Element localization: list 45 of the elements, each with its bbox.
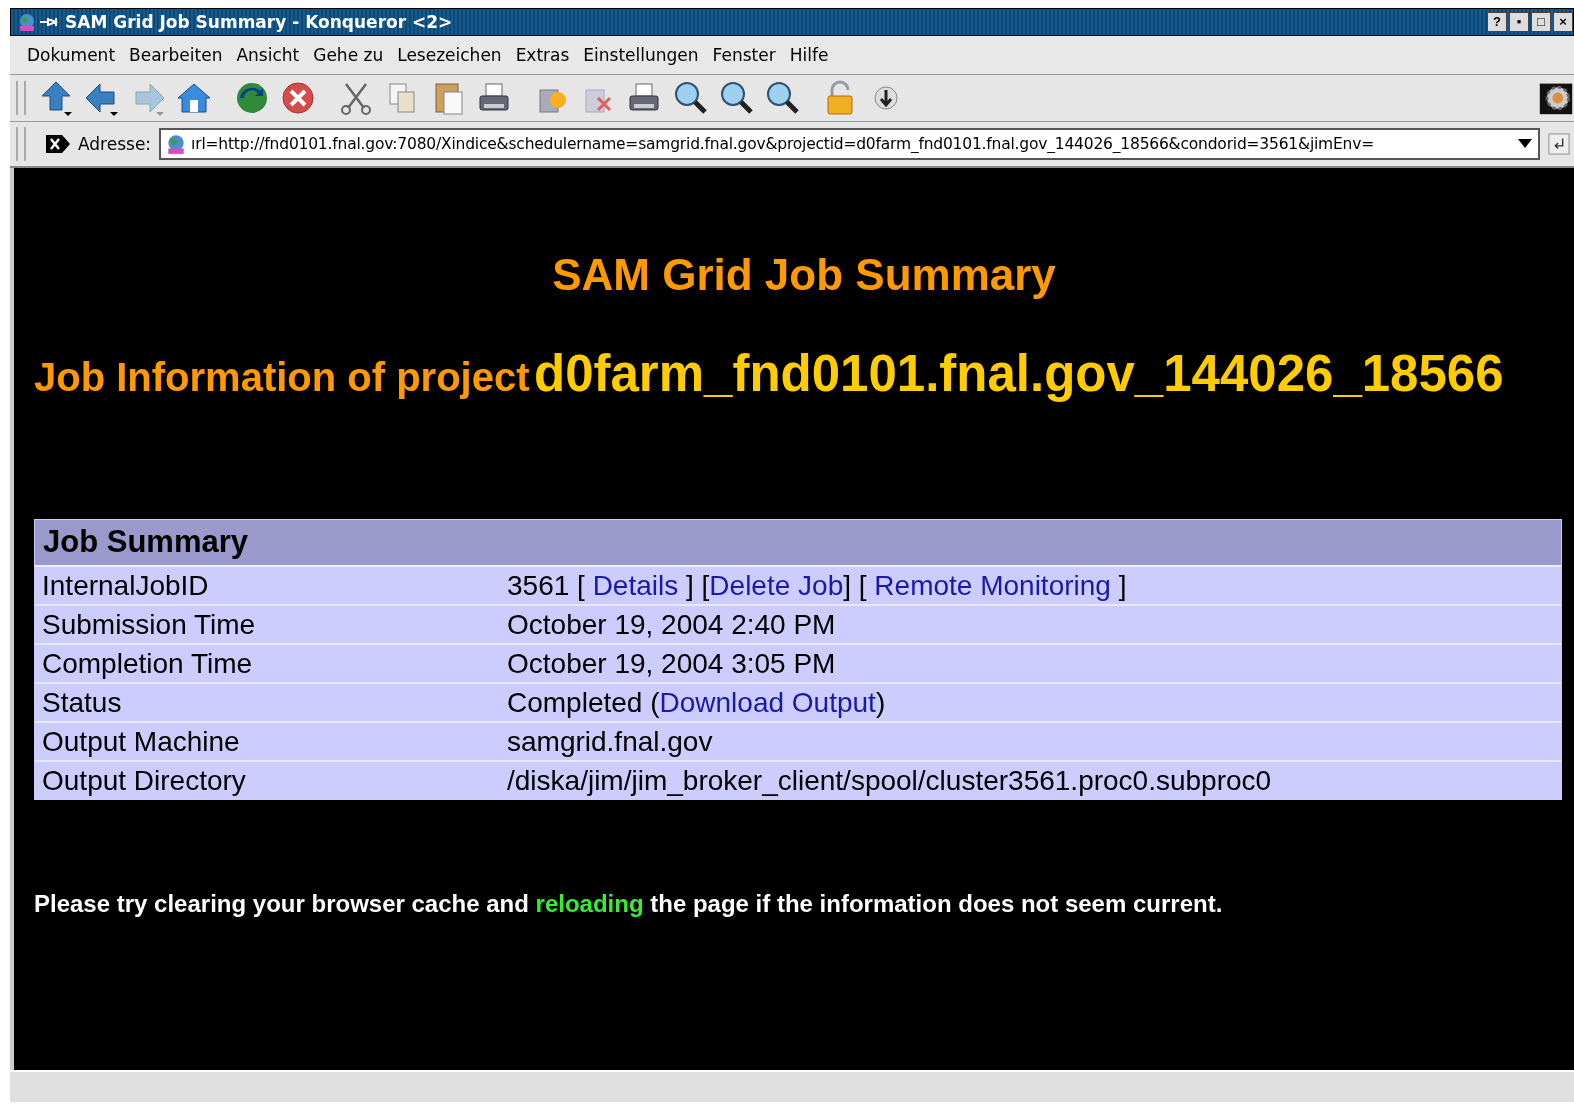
link[interactable]: Delete Job [709, 569, 844, 601]
reload-link[interactable]: reloading [535, 890, 644, 917]
table-cell-text: Output Machine [41, 725, 241, 758]
table-cell-text: samgrid.fnal.gov [506, 725, 714, 758]
help-button[interactable]: ? [1487, 12, 1507, 32]
project-name: d0farm_fnd0101.fnal.gov_144026_18566 [534, 345, 1504, 402]
table-cell-text: Submission Time [41, 608, 257, 641]
clear-icon[interactable] [46, 135, 70, 153]
go-icon[interactable] [1548, 132, 1570, 156]
menu-item[interactable]: Lesezeichen [397, 45, 502, 65]
table-cell-text: Output Directory [41, 764, 247, 797]
table-cell-text: Completion Time [41, 647, 254, 680]
menu-item[interactable]: Gehe zu [313, 45, 384, 65]
maximize-button[interactable]: □ [1531, 12, 1551, 32]
menu-item[interactable]: Extras [515, 45, 570, 65]
address-label: Adresse: [78, 134, 152, 154]
toolbar-handle[interactable] [16, 127, 26, 161]
dropdown-icon[interactable] [1518, 139, 1532, 149]
table-heading: Job Summary [35, 520, 1561, 567]
menu-item[interactable]: Einstellungen [583, 45, 699, 65]
table-cell-text: /diska/jim/jim_broker_client/spool/cluster3561.proc0.subproc0 [506, 764, 1273, 797]
table-cell-text: Status [41, 686, 123, 719]
table-cell-text: Completed (Download Output) [506, 686, 887, 719]
section-heading: Job Information of project [34, 355, 530, 399]
menu-item[interactable]: Hilfe [789, 45, 829, 65]
globe-icon [17, 12, 37, 32]
table-cell-text: InternalJobID [41, 569, 210, 602]
link[interactable]: Download Output [659, 686, 876, 718]
link[interactable]: Remote Monitoring [874, 569, 1111, 601]
toolbar-handle[interactable] [16, 81, 26, 115]
menu-item[interactable]: Fenster [712, 45, 776, 65]
address-field[interactable]: ırl=http://fnd0101.fnal.gov:7080/Xindice&schedulername=samgrid.fnal.gov&projectid=d0farm_fnd0101.fnal.gov_144026_18566&condorid=3561&jimEnv= [159, 128, 1540, 160]
table-cell-text: October 19, 2004 3:05 PM [506, 647, 837, 680]
page-title: SAM Grid Job Summary [551, 250, 1057, 300]
window-title: SAM Grid Job Summary - Konqueror <2> [65, 12, 453, 32]
minimize-button[interactable]: ▪ [1509, 12, 1529, 32]
table-cell-text: October 19, 2004 2:40 PM [506, 608, 837, 641]
menu-item[interactable]: Bearbeiten [129, 45, 223, 65]
pin-icon [40, 16, 58, 28]
link[interactable]: Details [592, 569, 679, 601]
table-cell-text: 3561 [ Details ] [Delete Job] [ Remote Monitoring ] [506, 569, 1128, 602]
menu-item[interactable]: Ansicht [236, 45, 300, 65]
close-button[interactable]: × [1553, 12, 1573, 32]
menu-item[interactable]: Dokument [27, 45, 116, 65]
notice-text: Please try clearing your browser cache and reloading the page if the information does not seem current. [34, 890, 1224, 918]
